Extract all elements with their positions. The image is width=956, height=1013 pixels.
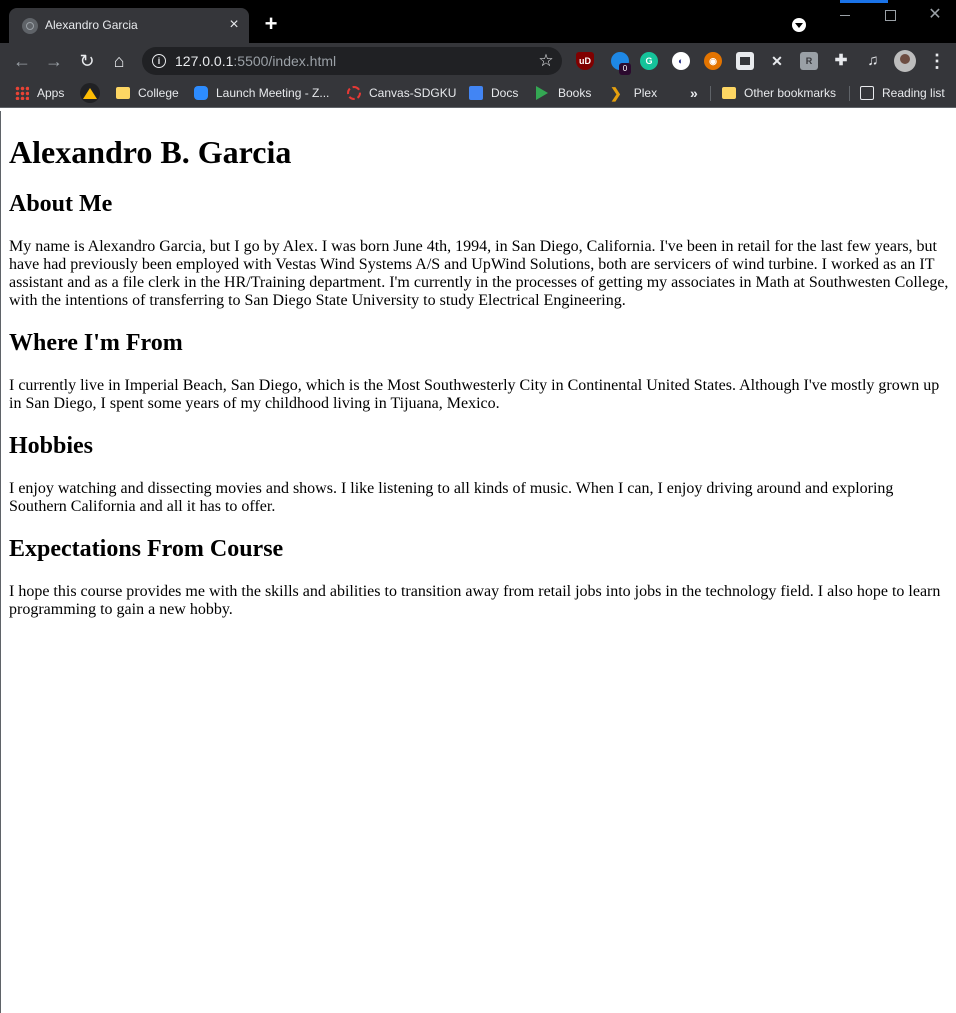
browser-toolbar: ← → ↻ ⌂ i 127.0.0.1:5500/index.html ☆ uD… [0,43,956,79]
section-heading-expectations: Expectations From Course [9,536,284,562]
puzzle-icon[interactable]: ✚ [832,52,850,70]
bookmark-other[interactable]: Other bookmarks [722,83,836,103]
bookmark-label: Docs [491,86,519,100]
plex-chevron-icon: ❯ [610,84,622,101]
folder-icon [722,87,736,99]
address-bar[interactable]: i 127.0.0.1:5500/index.html ☆ [142,47,562,75]
bookmark-label: College [138,86,179,100]
section-body-expectations: I hope this course provides me with the … [9,583,941,618]
bookmark-label: Apps [37,86,65,100]
more-bookmarks-button[interactable]: » [690,83,698,103]
bookmark-drive[interactable] [80,83,100,103]
new-tab-button[interactable]: + [261,13,281,35]
browser-titlebar: Alexandro Garcia × + ✕ [0,0,956,43]
bookmark-books[interactable]: Books [536,83,591,103]
canvas-icon [347,86,361,100]
window-extension-icon[interactable] [736,52,754,70]
section-body-hobbies: I enjoy watching and dissecting movies a… [9,480,894,515]
bookmark-docs[interactable]: Docs [469,83,518,103]
section-heading-hobbies: Hobbies [9,433,94,459]
bookmark-reading-list[interactable]: Reading list [860,83,945,103]
bookmark-zoom[interactable]: Launch Meeting - Z... [194,83,329,103]
grammarly-extension-icon[interactable]: G [640,52,658,70]
bookmark-apps[interactable]: Apps [15,83,64,103]
bookmark-star-icon[interactable]: ☆ [535,50,557,72]
extension-badge: 0 [619,63,631,75]
bookmark-plex[interactable]: ❯ Plex [610,83,657,103]
accent-strip [840,0,888,3]
page-content: Alexandro B. Garcia About Me My name is … [9,111,953,619]
url-host: 127.0.0.1 [175,53,234,69]
minimize-button[interactable] [830,5,860,25]
section-heading-about: About Me [9,191,113,217]
bookmark-label: Other bookmarks [744,86,837,100]
window-border [0,111,1,1013]
play-books-icon [536,86,548,100]
bookmark-label: Launch Meeting - Z... [216,86,330,100]
eyes-extension-icon[interactable]: ◉ [704,52,722,70]
reading-list-icon [860,86,874,100]
maximize-button[interactable] [875,5,905,25]
section-body-about: My name is Alexandro Garcia, but I go by… [9,238,949,309]
apps-grid-icon [15,86,29,100]
close-tab-icon[interactable]: × [225,16,243,34]
tab-title: Alexandro Garcia [45,18,138,32]
bookmark-label: Canvas-SDGKU [369,86,457,100]
page-title: Alexandro B. Garcia [9,134,292,170]
browser-tab[interactable]: Alexandro Garcia × [9,8,249,43]
google-docs-icon [469,86,483,100]
x-extension-icon[interactable]: ✕ [768,52,786,70]
back-arrow-icon[interactable]: ← [10,49,34,73]
ublock-extension-icon[interactable]: uD [576,52,594,70]
bookmark-canvas[interactable]: Canvas-SDGKU [347,83,456,103]
tab-search-icon[interactable] [792,18,806,32]
url-path: :5500/index.html [233,53,337,69]
profile-avatar[interactable] [894,50,916,72]
info-icon[interactable]: i [152,54,166,68]
bookmarks-divider [849,86,850,101]
google-drive-icon [80,83,100,103]
home-icon[interactable]: ⌂ [107,49,131,73]
bookmarks-divider [710,86,711,101]
bookmark-college[interactable]: College [116,83,179,103]
bookmark-label: Plex [633,86,658,100]
reload-icon[interactable]: ↻ [75,49,99,73]
dark-mode-extension-icon[interactable]: ◐ [672,52,690,70]
url-text[interactable]: 127.0.0.1:5500/index.html [175,53,336,69]
close-window-button[interactable]: ✕ [920,5,950,25]
globe-icon [22,18,38,34]
kebab-menu-icon[interactable]: ⋮ [928,49,946,73]
forward-arrow-icon[interactable]: → [42,49,66,73]
section-heading-where-from: Where I'm From [9,330,183,356]
section-body-where-from: I currently live in Imperial Beach, San … [9,377,940,412]
r-extension-icon[interactable]: R [800,52,818,70]
media-control-icon[interactable]: ♫ [864,52,882,70]
bookmark-label: Books [558,86,592,100]
bookmark-label: Reading list [882,86,945,100]
bookmarks-bar: Apps College Launch Meeting - Z... Canva… [0,79,956,108]
zoom-icon [194,86,208,100]
folder-icon [116,87,130,99]
